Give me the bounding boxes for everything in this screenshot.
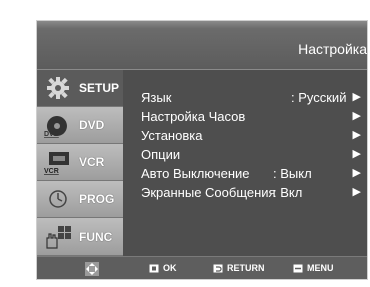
tab-func-label: FUNC <box>79 229 113 244</box>
chevron-right-icon: ▶ <box>352 91 361 103</box>
navigation-pad-icon <box>84 261 100 277</box>
vcr-badge: VCR <box>44 168 59 175</box>
tab-vcr-label: VCR <box>79 155 105 169</box>
chevron-right-icon: ▶ <box>352 186 361 198</box>
menu-item-value: : Русский <box>291 90 347 105</box>
chevron-right-icon: ▶ <box>352 110 361 122</box>
menu-key-icon <box>293 264 303 273</box>
menu-item-screen-messages[interactable]: Экранные Сообщения : Вкл ▶ <box>141 185 361 203</box>
menu-item-language[interactable]: Язык : Русский ▶ <box>141 90 361 108</box>
osd-screen: Настройка SETUP DVD DVD VCR VCR PROG FUN… <box>36 20 368 280</box>
menu-item-value: : Вкл <box>273 185 303 200</box>
dvd-disc-icon: DVD <box>41 110 75 140</box>
return-key-icon <box>213 264 223 273</box>
menu-item-label: Язык <box>141 90 172 105</box>
ok-key-icon <box>149 264 159 273</box>
menu-button-hint: MENU <box>293 263 334 273</box>
menu-item-value: : Выкл <box>273 166 312 181</box>
menu-item-clock-setup[interactable]: Настройка Часов ▶ <box>141 109 361 127</box>
sidebar: SETUP DVD DVD VCR VCR PROG FUNC <box>37 70 123 256</box>
tab-setup[interactable]: SETUP <box>37 70 123 107</box>
dvd-badge: DVD <box>44 131 59 138</box>
ok-label: OK <box>163 263 177 273</box>
clock-icon <box>41 184 75 214</box>
top-strip <box>37 21 367 29</box>
tab-dvd[interactable]: DVD DVD <box>37 107 123 144</box>
menu-item-options[interactable]: Опции ▶ <box>141 147 361 165</box>
menu-item-label: Экранные Сообщения <box>141 185 276 200</box>
page-title: Настройка <box>298 41 367 57</box>
chevron-right-icon: ▶ <box>352 129 361 141</box>
chevron-right-icon: ▶ <box>352 148 361 160</box>
header-bar: Настройка <box>37 29 367 69</box>
tab-setup-label: SETUP <box>79 81 120 95</box>
menu-item-label: Опции <box>141 147 181 162</box>
footer-bar: OK RETURN MENU <box>37 256 367 279</box>
menu-item-installation[interactable]: Установка ▶ <box>141 128 361 146</box>
return-button-hint: RETURN <box>213 263 265 273</box>
tab-func[interactable]: FUNC <box>37 218 123 256</box>
tab-prog[interactable]: PROG <box>37 181 123 218</box>
tab-vcr[interactable]: VCR VCR <box>37 144 123 181</box>
menu-item-label: Установка <box>141 128 203 143</box>
tab-dvd-label: DVD <box>79 118 105 132</box>
function-hand-icon <box>41 222 75 252</box>
vcr-cassette-icon: VCR <box>41 147 75 177</box>
menu-item-auto-power-off[interactable]: Авто Выключение : Выкл ▶ <box>141 166 361 184</box>
chevron-right-icon: ▶ <box>352 167 361 179</box>
ok-button-hint: OK <box>149 263 177 273</box>
menu-label: MENU <box>307 263 334 273</box>
tab-prog-label: PROG <box>79 192 115 206</box>
menu-item-label: Настройка Часов <box>141 109 246 124</box>
menu-item-label: Авто Выключение <box>141 166 250 181</box>
gear-icon <box>41 73 75 103</box>
return-label: RETURN <box>227 263 265 273</box>
setup-menu: Язык : Русский ▶ Настройка Часов ▶ Устан… <box>123 70 367 256</box>
